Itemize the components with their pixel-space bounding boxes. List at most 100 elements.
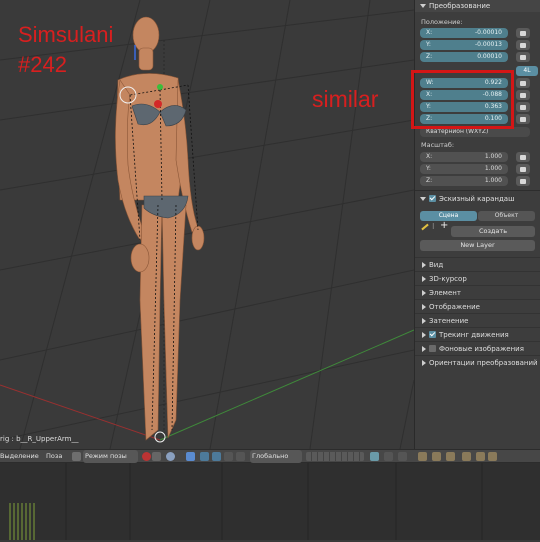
- scale-x-field[interactable]: X: 1.000: [420, 152, 508, 162]
- panel-section-label: Вид: [429, 261, 444, 269]
- expand-triangle-icon: [422, 304, 426, 310]
- lock-icon[interactable]: [516, 102, 530, 112]
- quaternion-4l-toggle[interactable]: 4L: [516, 66, 538, 76]
- manipulator-icon[interactable]: [186, 452, 195, 461]
- character-model: [115, 16, 205, 441]
- axis-label: Z:: [426, 177, 433, 184]
- location-z-field[interactable]: Z: 0.00010: [420, 52, 508, 62]
- field-value: 1.000: [484, 153, 502, 160]
- transform-header-label: Преобразование: [429, 2, 491, 10]
- orientation-dropdown[interactable]: Глобально: [250, 450, 302, 463]
- lock-icon[interactable]: [476, 452, 485, 461]
- chevron-down-icon[interactable]: ⁝: [432, 222, 435, 231]
- copy-pose-icon[interactable]: [418, 452, 427, 461]
- panel-section-row[interactable]: 3D-курсор: [415, 271, 540, 285]
- panel-section-row[interactable]: Элемент: [415, 285, 540, 299]
- overlay-annotation: similar: [312, 86, 379, 112]
- rotate-icon[interactable]: [212, 452, 221, 461]
- snap-icon[interactable]: [488, 452, 497, 461]
- panel-section-label: Трекинг движения: [439, 331, 509, 339]
- shading-solid-icon[interactable]: [142, 452, 151, 461]
- panel-section-label: Отображение: [429, 303, 480, 311]
- panel-section-label: Фоновые изображения: [439, 345, 524, 353]
- scale-label: Масштаб:: [421, 141, 455, 149]
- keyframe-marks: [9, 503, 35, 540]
- panel-section-label: Элемент: [429, 289, 461, 297]
- active-bone-label: rig : b__R_UpperArm__: [0, 435, 79, 443]
- panel-section-label: Затенение: [429, 317, 469, 325]
- panel-section-row[interactable]: Отображение: [415, 299, 540, 313]
- panel-section-row[interactable]: Трекинг движения: [415, 327, 540, 341]
- paste-pose-icon[interactable]: [432, 452, 441, 461]
- lock-icon[interactable]: [516, 28, 530, 38]
- lock-icon[interactable]: [516, 114, 530, 124]
- panel-section-row[interactable]: Ориентации преобразований: [415, 355, 540, 369]
- grease-pencil-header[interactable]: Эскизный карандаш: [415, 193, 540, 205]
- camera-icon[interactable]: [370, 452, 379, 461]
- select-menu[interactable]: Выделение: [0, 450, 39, 463]
- orientation-icon[interactable]: [236, 452, 245, 461]
- checkbox-icon[interactable]: [429, 345, 436, 352]
- panel-section-row[interactable]: Вид: [415, 257, 540, 271]
- paste-flipped-icon[interactable]: [446, 452, 455, 461]
- lock-icon[interactable]: [516, 152, 530, 162]
- expand-triangle-icon: [422, 276, 426, 282]
- lock-icon[interactable]: [516, 90, 530, 100]
- location-y-field[interactable]: Y: -0.00013: [420, 40, 508, 50]
- location-x-field[interactable]: X: -0.00010: [420, 28, 508, 38]
- axis-label: X:: [426, 29, 433, 36]
- expand-triangle-icon: [422, 318, 426, 324]
- keyframe-icon[interactable]: [398, 452, 407, 461]
- overlay-number: #242: [18, 52, 67, 77]
- pose-menu[interactable]: Поза: [46, 450, 62, 463]
- field-value: 1.000: [484, 177, 502, 184]
- pivot-point-icon[interactable]: [166, 452, 175, 461]
- axis-label: X:: [426, 153, 433, 160]
- 3d-viewport[interactable]: Simsulani #242 similar rig : b__R_UpperA…: [0, 0, 414, 449]
- axis-label: Y:: [426, 165, 431, 172]
- lock-icon[interactable]: [516, 78, 530, 88]
- panel-section-row[interactable]: Фоновые изображения: [415, 341, 540, 355]
- lock-icon[interactable]: [516, 164, 530, 174]
- viewport-header: Выделение Поза Режим позы Глобально: [0, 449, 540, 463]
- render-icon[interactable]: [384, 452, 393, 461]
- scale-y-field[interactable]: Y: 1.000: [420, 164, 508, 174]
- lock-icon[interactable]: [516, 176, 530, 186]
- tab-object[interactable]: Объект: [478, 211, 535, 221]
- axis-label: Y:: [426, 41, 431, 48]
- checkbox-icon[interactable]: [429, 195, 436, 202]
- annotation-highlight-box: [411, 70, 514, 129]
- lock-icon[interactable]: [516, 40, 530, 50]
- panel-section-label: Ориентации преобразований: [429, 359, 538, 367]
- panel-section-label: 3D-курсор: [429, 275, 467, 283]
- timeline[interactable]: [0, 463, 540, 540]
- pose-mode-icon: [72, 452, 81, 461]
- chevron-down-icon[interactable]: [152, 452, 161, 461]
- checkbox-icon[interactable]: [429, 331, 436, 338]
- panel-section-row[interactable]: Затенение: [415, 313, 540, 327]
- create-button[interactable]: Создать: [451, 226, 535, 237]
- mode-dropdown[interactable]: Режим позы: [83, 450, 138, 463]
- field-value: -0.00013: [475, 41, 502, 48]
- record-icon[interactable]: [462, 452, 471, 461]
- grease-pencil-label: Эскизный карандаш: [439, 195, 515, 203]
- expand-triangle-icon: [422, 290, 426, 296]
- collapse-triangle-icon: [420, 4, 426, 8]
- field-value: 0.00010: [477, 53, 502, 60]
- axis-label: Z:: [426, 53, 433, 60]
- add-icon[interactable]: +: [440, 220, 448, 231]
- transform-panel-header[interactable]: Преобразование: [415, 0, 540, 12]
- pencil-icon: [421, 223, 429, 231]
- expand-triangle-icon: [422, 332, 426, 338]
- scale-z-field[interactable]: Z: 1.000: [420, 176, 508, 186]
- divider: [415, 190, 540, 191]
- tab-scene[interactable]: Сцена: [420, 211, 477, 221]
- translate-icon[interactable]: [200, 452, 209, 461]
- layers-grid-icon[interactable]: [306, 452, 364, 461]
- new-layer-button[interactable]: New Layer: [420, 240, 535, 251]
- timeline-grid: [0, 463, 540, 540]
- lock-icon[interactable]: [516, 52, 530, 62]
- expand-triangle-icon: [422, 360, 426, 366]
- scale-icon[interactable]: [224, 452, 233, 461]
- location-label: Положение:: [421, 18, 463, 26]
